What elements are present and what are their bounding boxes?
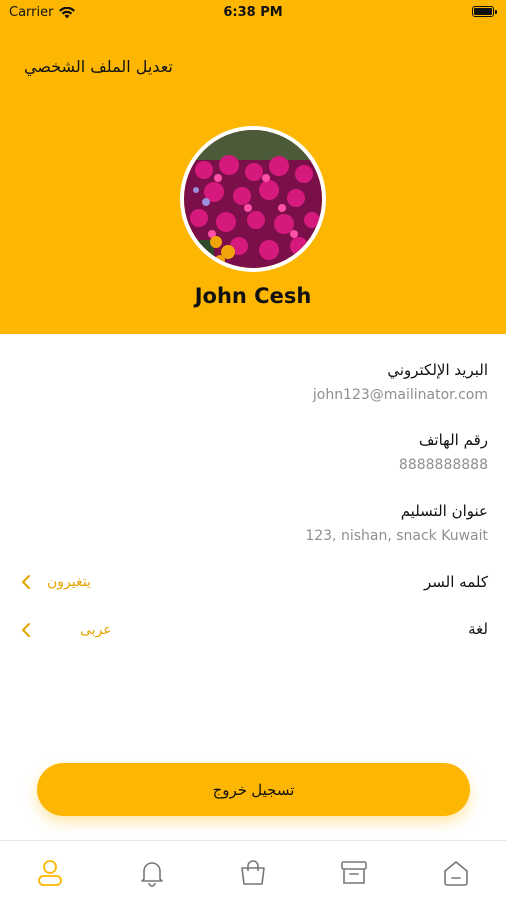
status-bar: Carrier 6:38 PM [0,0,506,28]
email-label: البريد الإلكتروني [387,361,488,379]
page-title: تعديل الملف الشخصي [24,57,173,76]
clock: 6:38 PM [223,5,283,20]
tab-home[interactable] [440,857,472,889]
user-name: John Cesh [194,284,312,308]
battery-icon [472,6,497,17]
email-value: john123@mailinator.com [312,387,488,403]
phone-value: 8888888888 [398,457,488,473]
bell-icon [141,862,163,887]
password-label: كلمه السر [424,573,488,591]
tab-bar [0,840,506,901]
chevron-left-icon [22,623,30,637]
tab-cart[interactable] [237,857,269,889]
chevron-left-icon [22,575,30,589]
tab-notifications[interactable] [136,857,168,889]
profile-header: Carrier 6:38 PM تعديل الملف الشخصي John … [0,0,506,334]
tab-profile[interactable] [34,857,66,889]
home-icon [444,861,468,886]
archive-icon [341,861,367,884]
tab-orders[interactable] [338,857,370,889]
password-change-link[interactable]: يتغيرون [47,574,91,590]
bag-icon [241,860,265,885]
avatar-photo [184,130,322,268]
language-label: لغة [468,620,488,638]
phone-label: رقم الهاتف [418,431,488,449]
logout-button[interactable]: تسجيل خروج [37,763,470,816]
avatar[interactable] [180,126,326,272]
address-label: عنوان التسليم [400,502,488,520]
user-icon [38,860,62,886]
address-value: 123, nishan, snack Kuwait [305,528,488,544]
language-value[interactable]: عربى [80,622,112,638]
